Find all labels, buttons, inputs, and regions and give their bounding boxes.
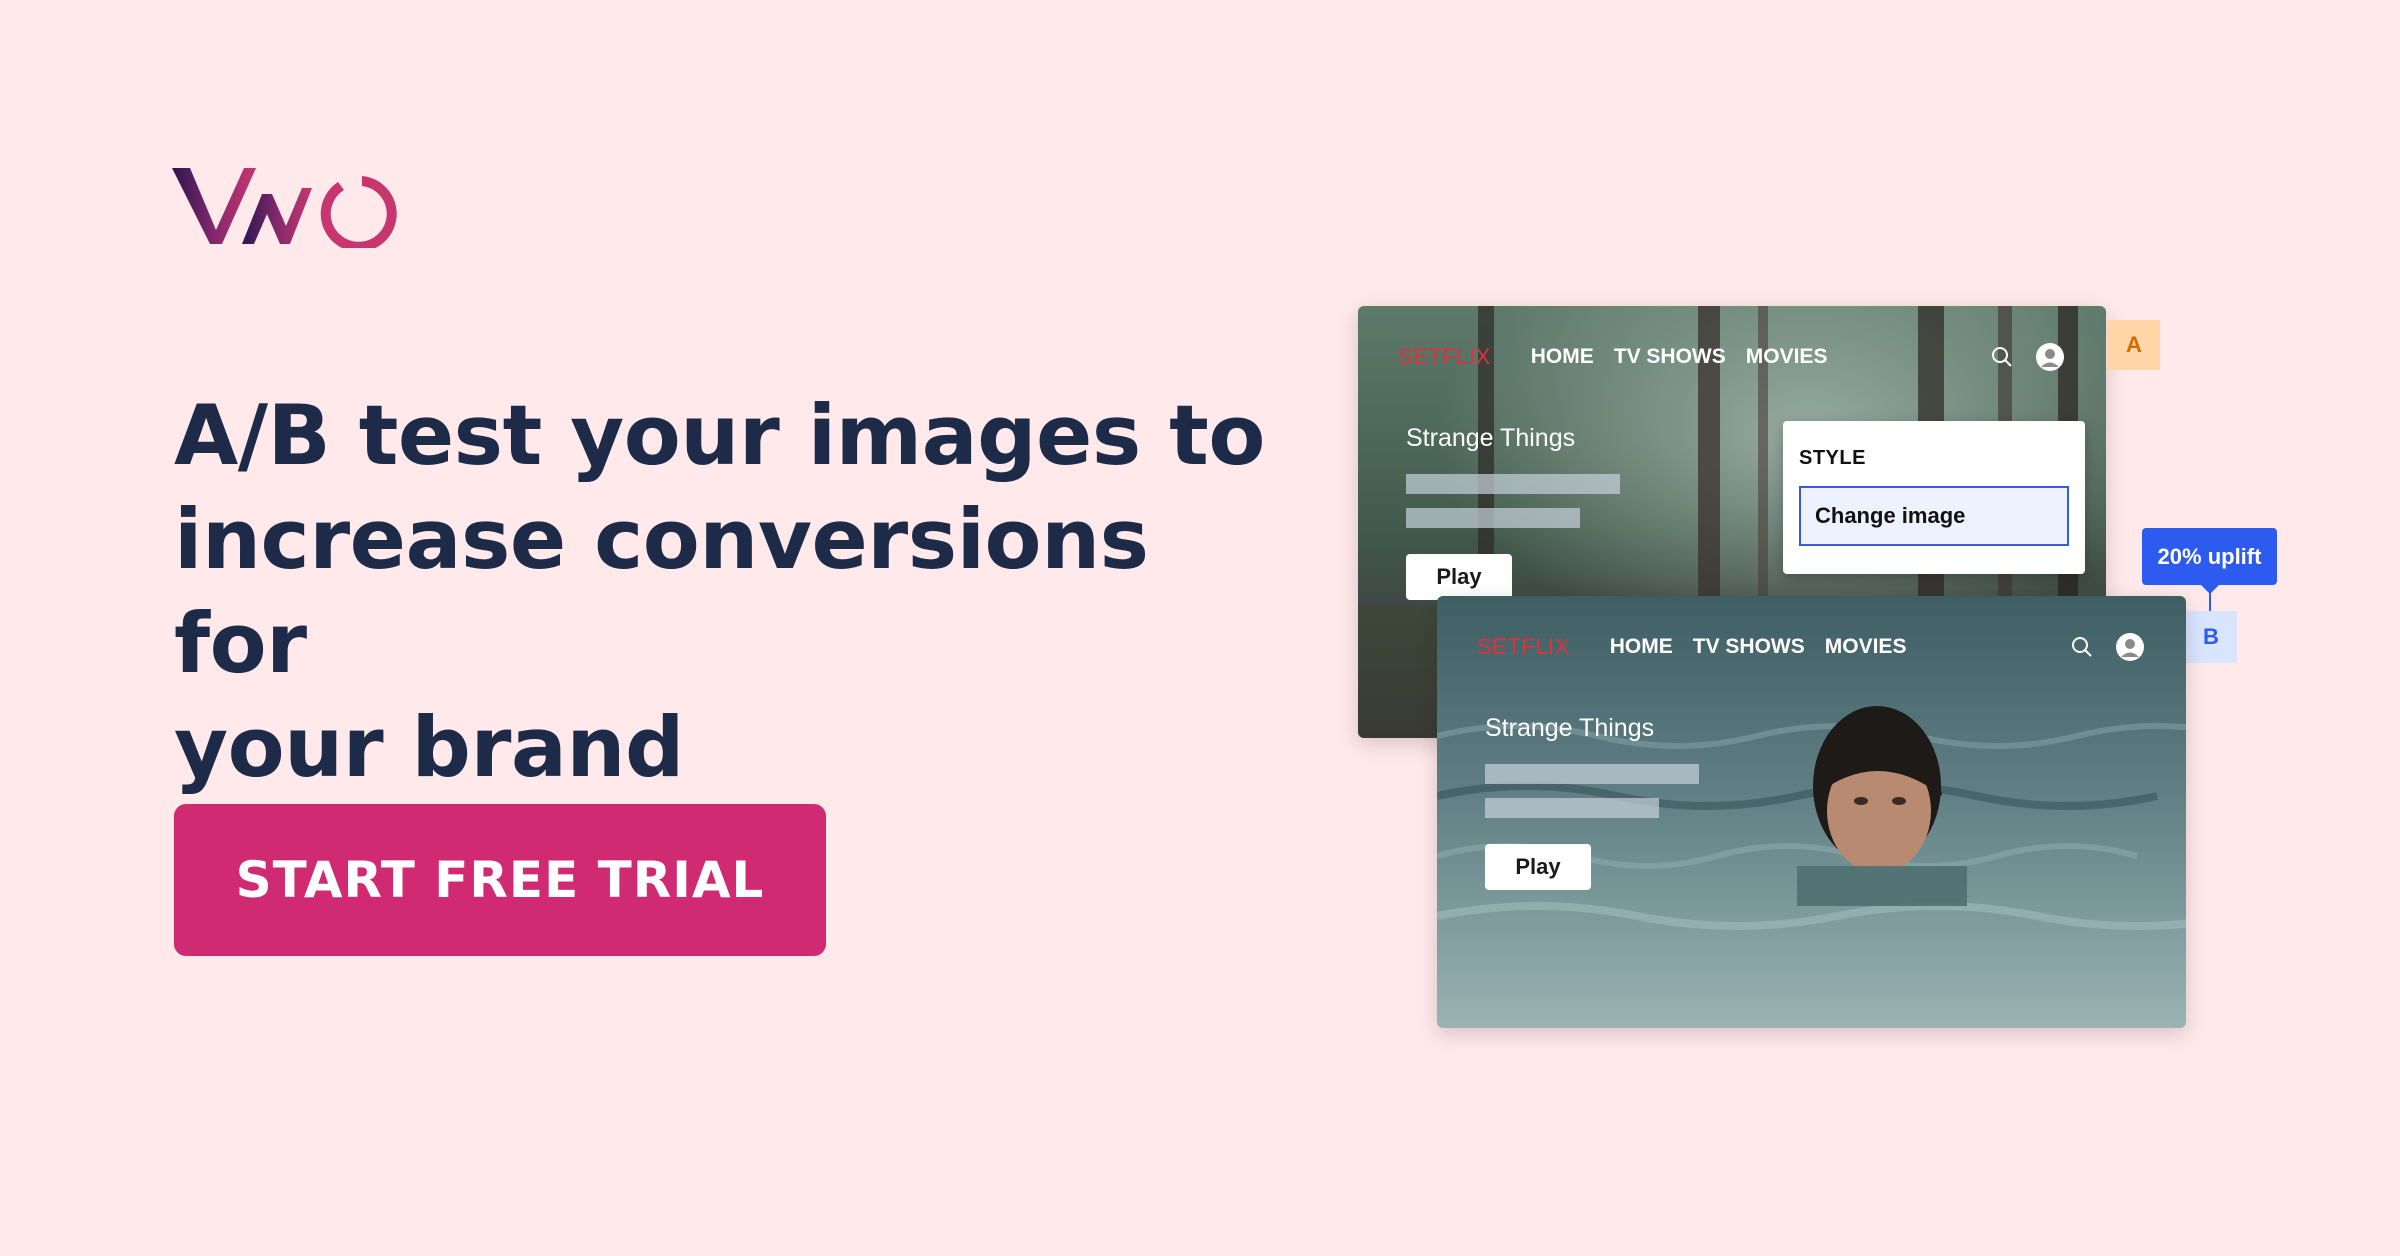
nav-movies[interactable]: MOVIES (1746, 345, 1828, 369)
style-panel: STYLE Change image (1783, 421, 2085, 574)
variant-a-nav: SETFLIX HOME TV SHOWS MOVIES (1398, 340, 2066, 374)
show-title: Strange Things (1485, 714, 1655, 742)
play-button[interactable]: Play (1485, 844, 1591, 890)
headline-line-1: A/B test your images to (174, 387, 1265, 484)
variant-b-nav: SETFLIX HOME TV SHOWS MOVIES (1477, 630, 2146, 664)
user-icon[interactable] (2114, 631, 2146, 663)
uplift-connector (2209, 592, 2211, 612)
brand-logo[interactable]: SETFLIX (1398, 344, 1491, 370)
headline-line-2: increase conversions for (174, 491, 1149, 692)
play-button[interactable]: Play (1406, 554, 1512, 600)
placeholder-bar (1485, 798, 1659, 818)
placeholder-bar (1406, 508, 1580, 528)
variant-b-tag: B (2185, 611, 2237, 663)
headline-line-3: your brand (174, 699, 684, 796)
search-icon[interactable] (1986, 341, 2018, 373)
variant-b-mockup: SETFLIX HOME TV SHOWS MOVIES Strange Thi… (1437, 596, 2186, 1028)
nav-tv-shows[interactable]: TV SHOWS (1614, 345, 1726, 369)
show-title: Strange Things (1406, 424, 1576, 452)
brand-logo[interactable]: SETFLIX (1477, 634, 1570, 660)
change-image-button[interactable]: Change image (1799, 486, 2069, 546)
uplift-badge: 20% uplift (2142, 528, 2277, 585)
nav-movies[interactable]: MOVIES (1825, 635, 1907, 659)
headline: A/B test your images to increase convers… (174, 384, 1274, 800)
search-icon[interactable] (2066, 631, 2098, 663)
nav-tv-shows[interactable]: TV SHOWS (1693, 635, 1805, 659)
start-free-trial-button[interactable]: START FREE TRIAL (174, 804, 826, 956)
style-heading: STYLE (1799, 447, 1866, 469)
user-icon[interactable] (2034, 341, 2066, 373)
nav-home[interactable]: HOME (1531, 345, 1594, 369)
vwo-logo[interactable] (172, 164, 416, 248)
placeholder-bar (1485, 764, 1699, 784)
variant-a-tag: A (2108, 320, 2160, 370)
placeholder-bar (1406, 474, 1620, 494)
nav-home[interactable]: HOME (1610, 635, 1673, 659)
